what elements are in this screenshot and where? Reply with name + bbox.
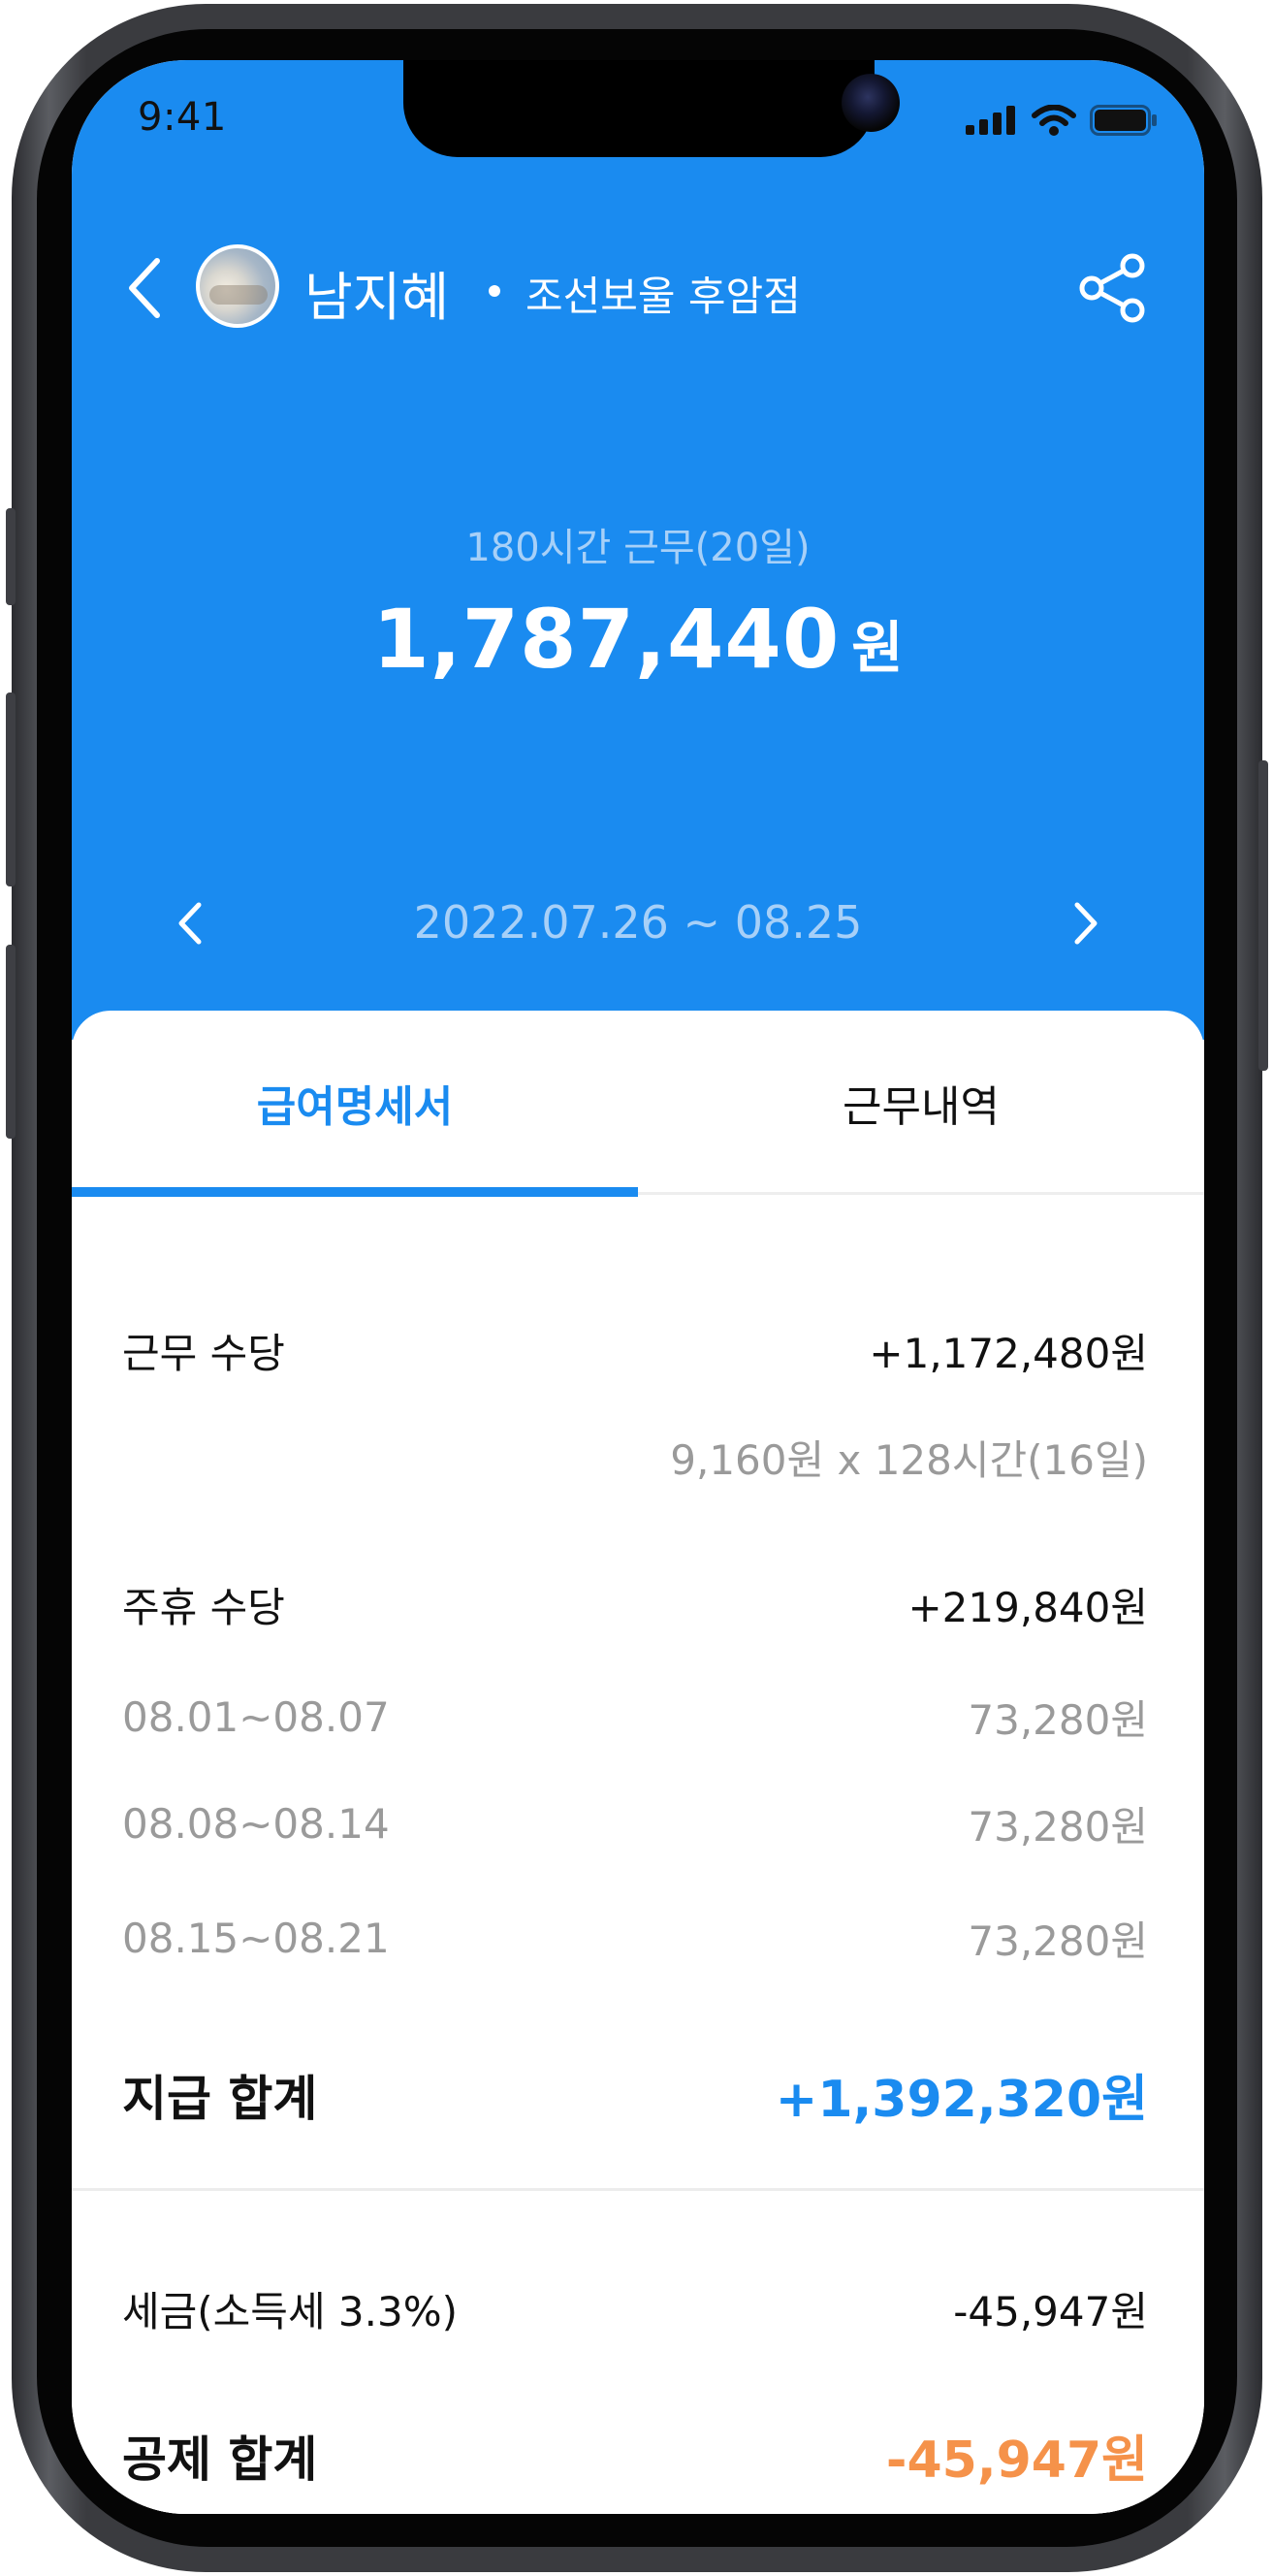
work-allowance-row: 근무 수당 +1,172,480원 [122, 1321, 1148, 1380]
side-button-power [1258, 760, 1268, 1071]
week-amount: 73,280원 [968, 1696, 1148, 1744]
signal-icon [966, 106, 1018, 139]
tab-work-history[interactable]: 근무내역 [638, 1011, 1204, 1195]
back-button[interactable] [114, 254, 173, 322]
total-amount-number: 1,787,440 [372, 592, 841, 687]
period-label: 2022.07.26 ~ 08.25 [413, 896, 863, 949]
next-period-button[interactable] [1057, 892, 1115, 954]
weekly-allowance-row: 주휴 수당 +219,840원 [122, 1575, 1148, 1634]
weekly-allowance-week-row: 08.15~08.21 73,280원 [122, 1909, 1148, 1968]
pay-total-value: +1,392,320원 [775, 2071, 1148, 2129]
week-range: 08.15~08.21 [122, 1915, 390, 1962]
deduction-total-value: -45,947원 [885, 2431, 1148, 2490]
weekly-allowance-value: +219,840원 [907, 1584, 1148, 1631]
tax-label: 세금(소득세 3.3%) [122, 2288, 459, 2335]
pay-total-row: 지급 합계 +1,392,320원 [122, 2058, 1148, 2131]
side-button-volume-up [6, 692, 16, 886]
work-allowance-label: 근무 수당 [122, 1330, 285, 1377]
weekly-allowance-week-row: 08.01~08.07 73,280원 [122, 1688, 1148, 1747]
home-indicator-area [72, 2487, 1204, 2514]
front-camera [842, 74, 900, 132]
work-allowance-detail: 9,160원 x 128시간(16일) [670, 1436, 1148, 1484]
app-screen: 9:41 남지혜 조선보울 후암점 180시간 근무(20일) 1,787,44… [72, 60, 1204, 2514]
total-amount: 1,787,440 원 [72, 592, 1204, 687]
deduction-total-label: 공제 합계 [122, 2431, 318, 2488]
deduction-total-row: 공제 합계 -45,947원 [122, 2419, 1148, 2492]
next-period-chevron-icon [1074, 902, 1098, 945]
side-button-action [6, 508, 16, 605]
period-selector: 2022.07.26 ~ 08.25 [72, 875, 1204, 972]
tab-payslip[interactable]: 급여명세서 [72, 1011, 638, 1195]
back-chevron-icon [129, 258, 160, 318]
user-name: 남지혜 [304, 267, 450, 328]
tab-bar: 급여명세서 근무내역 [72, 1011, 1204, 1197]
total-amount-unit: 원 [851, 615, 904, 681]
top-nav: 남지혜 조선보울 후암점 [72, 235, 1204, 341]
wifi-icon [1032, 104, 1076, 140]
tax-row: 세금(소득세 3.3%) -45,947원 [122, 2279, 1148, 2338]
tab-active-indicator [72, 1187, 638, 1197]
side-button-volume-down [6, 945, 16, 1139]
pay-total-label: 지급 합계 [122, 2070, 318, 2127]
share-icon [1079, 253, 1145, 323]
status-time: 9:41 [138, 95, 227, 140]
store-name: 조선보울 후암점 [525, 273, 801, 320]
week-range: 08.08~08.14 [122, 1800, 390, 1848]
summary-header: 9:41 남지혜 조선보울 후암점 180시간 근무(20일) 1,787,44… [72, 60, 1204, 1040]
work-summary: 180시간 근무(20일) [465, 526, 811, 570]
work-allowance-value: +1,172,480원 [869, 1330, 1148, 1377]
dot-separator [489, 285, 500, 297]
weekly-allowance-label: 주휴 수당 [122, 1584, 285, 1631]
section-divider [72, 2188, 1204, 2191]
share-button[interactable] [1076, 252, 1148, 324]
week-amount: 73,280원 [968, 1917, 1148, 1965]
week-amount: 73,280원 [968, 1803, 1148, 1851]
tax-value: -45,947원 [953, 2288, 1148, 2335]
avatar [196, 244, 279, 328]
battery-icon [1090, 105, 1158, 140]
weekly-allowance-week-row: 08.08~08.14 73,280원 [122, 1794, 1148, 1853]
notch [403, 60, 900, 157]
payslip-sheet: 급여명세서 근무내역 근무 수당 +1,172,480원 9,160원 x 12… [72, 1011, 1204, 2514]
week-range: 08.01~08.07 [122, 1693, 390, 1741]
status-icons [966, 104, 1158, 140]
